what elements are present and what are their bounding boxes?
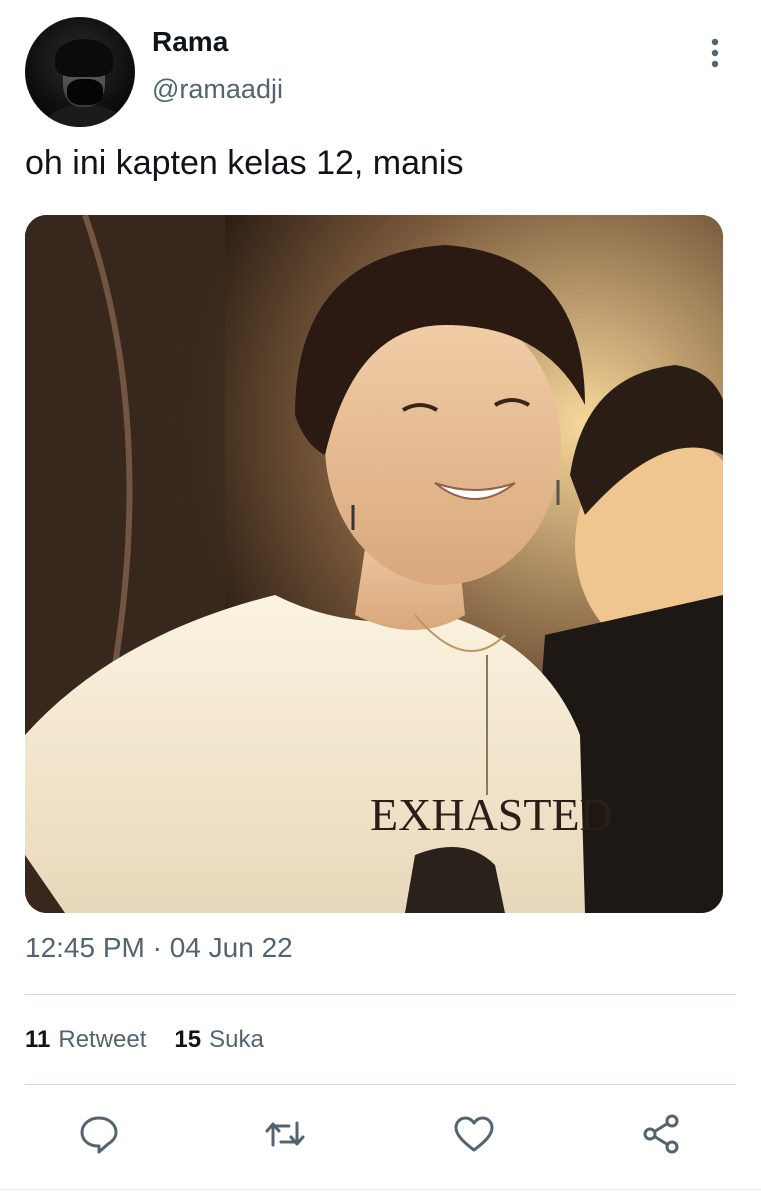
retweet-button[interactable] — [263, 1112, 307, 1156]
avatar-shoulders — [45, 105, 125, 127]
share-icon — [643, 1114, 679, 1154]
like-stat[interactable]: 15 Suka — [174, 1026, 263, 1054]
divider — [25, 994, 736, 995]
avatar[interactable] — [25, 17, 135, 127]
retweet-count: 11 — [25, 1026, 51, 1053]
like-count: 15 — [174, 1026, 202, 1053]
like-label: Suka — [209, 1026, 264, 1053]
tweet-photo[interactable]: EXHASTED — [25, 215, 723, 913]
display-name[interactable]: Rama — [152, 26, 228, 58]
tweet-stats: 11 Retweet 15 Suka — [25, 1026, 264, 1054]
more-options-button[interactable] — [700, 36, 730, 70]
heart-icon — [454, 1116, 494, 1152]
photo-illustration: EXHASTED — [25, 215, 723, 913]
tweet-timestamp[interactable]: 12:45 PM · 04 Jun 22 — [25, 932, 293, 964]
divider — [25, 1084, 736, 1085]
user-handle[interactable]: @ramaadji — [152, 74, 283, 105]
reply-icon — [80, 1116, 118, 1154]
shirt-print-text: EXHASTED — [370, 789, 613, 840]
reply-button[interactable] — [77, 1112, 121, 1156]
retweet-label: Retweet — [58, 1026, 147, 1053]
like-button[interactable] — [452, 1112, 496, 1156]
retweet-icon — [265, 1121, 305, 1147]
bottom-divider — [0, 1189, 761, 1190]
avatar-mask — [67, 79, 103, 105]
avatar-hair — [55, 39, 113, 77]
tweet-text: oh ini kapten kelas 12, manis — [25, 144, 464, 182]
more-vertical-icon — [711, 38, 719, 68]
share-button[interactable] — [640, 1112, 684, 1156]
retweet-stat[interactable]: 11 Retweet — [25, 1026, 146, 1054]
